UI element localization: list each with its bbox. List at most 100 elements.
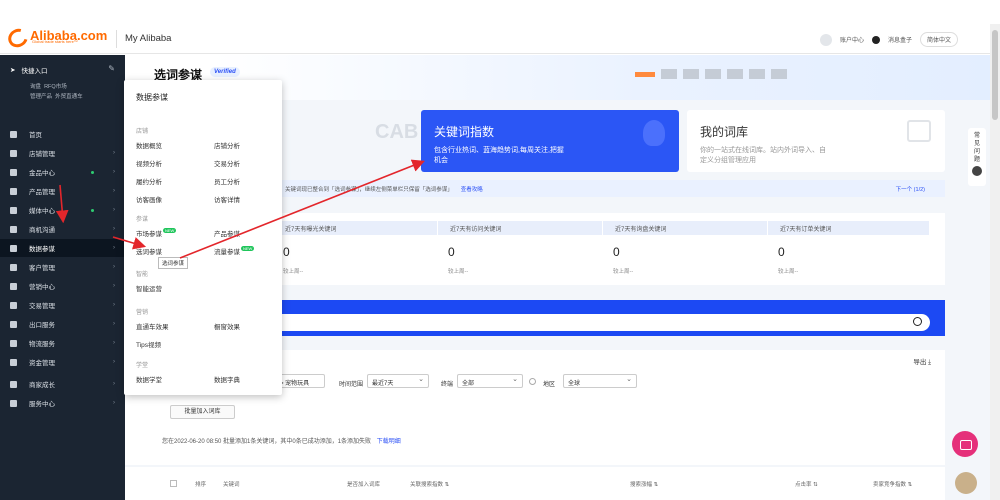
sidebar-item-11[interactable]: 物流服务 › — [0, 334, 125, 352]
sidebar-item-13[interactable]: 商家成长 › — [0, 375, 125, 393]
language-select[interactable]: 简体中文 — [919, 32, 958, 47]
menu-item-2-0[interactable]: 智能运营 — [136, 283, 162, 293]
menu-item-3-0[interactable]: 直通车效果 — [136, 321, 169, 331]
sidebar-item-4[interactable]: 媒体中心 › — [0, 201, 125, 219]
time-range-select[interactable]: 最近7天 — [367, 374, 429, 388]
message-icon[interactable] — [871, 35, 880, 44]
bank-icon — [10, 358, 17, 366]
sidebar-item-5[interactable]: 商机沟通 › — [0, 220, 125, 238]
menu-item-label: 视频分析 — [136, 161, 162, 168]
menu-item-1-0[interactable]: 市场参谋NEW — [136, 228, 177, 238]
my-words-card[interactable]: 我的词库 你的一站式在线词库。站内外词导入、自定义分组管理应用 — [687, 110, 945, 172]
scrollbar[interactable] — [990, 24, 1000, 500]
bar-chart-icon — [10, 244, 17, 252]
menu-item-0-2[interactable]: 视频分析 — [136, 158, 162, 168]
download-details-link[interactable]: 下载明细 — [377, 439, 401, 445]
menu-item-0-4[interactable]: 履约分析 — [136, 176, 162, 186]
quick-link-rfq[interactable]: RFQ市场 — [44, 84, 67, 90]
menu-item-0-7[interactable]: 访客详情 — [214, 194, 240, 204]
menu-item-0-3[interactable]: 交易分析 — [214, 158, 240, 168]
stat-value: 0 — [778, 245, 785, 259]
media-icon — [10, 206, 17, 214]
menu-item-1-3[interactable]: 流量参谋NEW — [214, 246, 255, 256]
sidebar-item-14[interactable]: 服务中心 › — [0, 394, 125, 412]
quick-link-inquiry[interactable]: 询盘 — [30, 84, 41, 90]
sidebar-item-0[interactable]: 首页 — [0, 125, 125, 143]
search-icon[interactable] — [913, 317, 922, 326]
menu-item-label: 访客详情 — [214, 197, 240, 204]
support-avatar-icon — [972, 166, 982, 176]
sidebar-item-6[interactable]: 数据参谋 › — [0, 239, 125, 257]
quick-entry: ➤ 快捷入口 — [10, 65, 47, 75]
avatar[interactable] — [955, 472, 977, 494]
menu-item-label: 流量参谋 — [214, 249, 240, 256]
sidebar-item-7[interactable]: 客户管理 › — [0, 258, 125, 276]
sidebar-item-12[interactable]: 资金管理 › — [0, 353, 125, 371]
scrollbar-thumb[interactable] — [992, 30, 998, 120]
quick-link-p4p[interactable]: 外贸直通车 — [55, 94, 83, 100]
chevron-right-icon: › — [113, 359, 115, 365]
notice-guide-link[interactable]: 查看攻略 — [461, 185, 483, 193]
menu-item-0-5[interactable]: 员工分析 — [214, 176, 240, 186]
keyword-index-card[interactable]: 关键词指数 包含行业热词、蓝海趋势词,每周关注,把握机会 — [421, 110, 679, 172]
sidebar-item-label: 交易管理 — [29, 303, 55, 310]
table-header-growth[interactable]: 搜索涨幅 ⇅ — [630, 480, 658, 488]
menu-item-label: 数据学堂 — [136, 377, 162, 384]
quick-link-products[interactable]: 管理产品 — [30, 94, 52, 100]
table-header-ctr[interactable]: 点击率 ⇅ — [795, 480, 818, 488]
menu-item-4-1[interactable]: 数据字典 — [214, 374, 240, 384]
menu-item-1-2[interactable]: 选词参谋 — [136, 246, 162, 256]
sidebar-item-label: 商机沟通 — [29, 227, 55, 234]
chevron-right-icon: › — [113, 188, 115, 194]
table-header-competition[interactable]: 卖家竞争指数 ⇅ — [873, 480, 912, 488]
account-center-link[interactable]: 账户中心 — [840, 35, 864, 44]
logo-tagline: Global trade starts here™ — [32, 39, 78, 44]
sidebar-item-10[interactable]: 出口服务 › — [0, 315, 125, 333]
assistant-fab-button[interactable] — [952, 431, 978, 457]
menu-item-label: 店铺分析 — [214, 143, 240, 150]
sidebar-item-9[interactable]: 交易管理 › — [0, 296, 125, 314]
menu-group-label: 店铺 — [136, 129, 149, 135]
select-all-checkbox[interactable] — [170, 480, 177, 487]
chevron-right-icon: › — [113, 321, 115, 327]
blurred-info — [635, 69, 787, 79]
home-icon — [10, 130, 17, 138]
edit-icon[interactable]: ✎ — [108, 64, 115, 73]
keyword-table-header: 排序 关键词 是否加入词库 关联搜索指数 ⇅ 搜索涨幅 ⇅ 点击率 ⇅ 卖家竞争… — [125, 467, 945, 500]
menu-item-3-2[interactable]: Tips视频 — [136, 339, 161, 349]
sidebar-item-8[interactable]: 营销中心 › — [0, 277, 125, 295]
sidebar-item-1[interactable]: 店铺管理 › — [0, 144, 125, 162]
region-select[interactable]: 全球 — [563, 374, 637, 388]
trade-icon — [10, 301, 17, 309]
verified-badge: Verified — [210, 67, 240, 77]
table-header-search-index[interactable]: 关联搜索指数 ⇅ — [410, 480, 449, 488]
export-button[interactable]: 导出 ⤓ — [913, 356, 931, 367]
menu-item-0-6[interactable]: 访客画像 — [136, 194, 162, 204]
keyword-index-desc: 包含行业热词、蓝海趋势词,每周关注,把握机会 — [434, 147, 564, 164]
table-header-rank: 排序 — [195, 482, 207, 488]
message-box-link[interactable]: 消息盒子 — [888, 35, 912, 44]
category-select[interactable]: > 宠物玩具 — [275, 374, 325, 388]
menu-item-1-1[interactable]: 产品参谋 — [214, 228, 240, 238]
menu-item-3-1[interactable]: 橱窗效果 — [214, 321, 240, 331]
app-title[interactable]: My Alibaba — [125, 33, 171, 44]
stat-label: 近7天有曝光关键词 — [273, 221, 437, 235]
sidebar-item-label: 物流服务 — [29, 341, 55, 348]
help-icon[interactable] — [529, 378, 536, 385]
menu-item-0-0[interactable]: 数据概览 — [136, 140, 162, 150]
terminal-select[interactable]: 全部 — [457, 374, 523, 388]
notice-next-link[interactable]: 下一个 (1/2) — [896, 185, 925, 193]
batch-add-button[interactable]: 批量加入词库 — [170, 405, 235, 419]
menu-item-0-1[interactable]: 店铺分析 — [214, 140, 240, 150]
faq-rail[interactable]: 常见问题 — [968, 128, 986, 186]
sidebar-item-label: 出口服务 — [29, 322, 55, 329]
menu-item-label: 产品参谋 — [214, 231, 240, 238]
status-dot — [91, 208, 94, 212]
sidebar-item-3[interactable]: 产品管理 › — [0, 182, 125, 200]
menu-item-4-0[interactable]: 数据学堂 — [136, 374, 162, 384]
avatar[interactable] — [819, 33, 832, 46]
batch-info: 您在2022-06-20 08:50 批量添加1条关键词，其中0条已成功添加，1… — [162, 436, 401, 445]
table-header-keyword: 关键词 — [223, 482, 240, 488]
alibaba-logo[interactable]: Alibaba.com — [4, 25, 107, 51]
sidebar-item-2[interactable]: 金品中心 › — [0, 163, 125, 181]
